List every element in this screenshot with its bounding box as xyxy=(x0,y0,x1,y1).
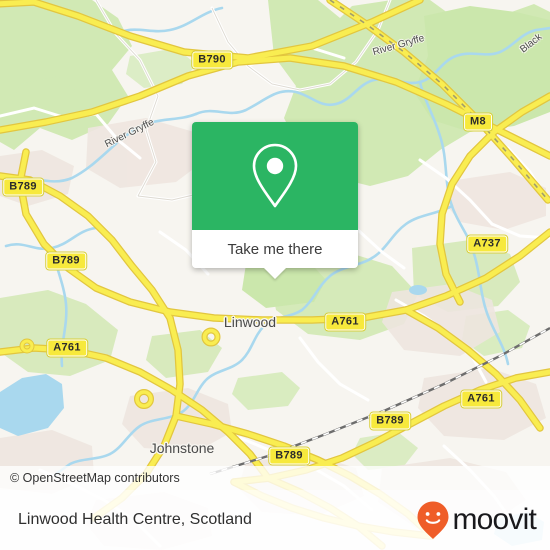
location-popup-card[interactable]: Take me there xyxy=(192,122,358,279)
road-shield-b790-top: B790 xyxy=(191,50,233,70)
road-shield-a737: A737 xyxy=(466,234,508,254)
popup-pointer-tail xyxy=(264,268,286,279)
moovit-smiley-pin-icon xyxy=(417,501,449,539)
popup-header xyxy=(192,122,358,230)
moovit-wordmark: moovit xyxy=(452,503,536,536)
moovit-brand[interactable]: moovit xyxy=(416,500,537,540)
place-label-linwood: Linwood xyxy=(223,314,277,330)
place-label-johnstone: Johnstone xyxy=(149,440,215,456)
road-shield-a761-left: A761 xyxy=(46,338,88,358)
take-me-there-button[interactable]: Take me there xyxy=(192,230,358,279)
road-shield-b789-right: B789 xyxy=(369,411,411,431)
road-shield-a761-center: A761 xyxy=(324,312,366,332)
road-shield-a761-right: A761 xyxy=(460,389,502,409)
road-shield-b789-bottom: B789 xyxy=(268,446,310,466)
page-title: Linwood Health Centre, Scotland xyxy=(18,511,252,528)
footer-bar: Linwood Health Centre, Scotland moovit xyxy=(0,490,550,550)
road-shield-m8: M8 xyxy=(463,112,493,132)
map-attribution-bar: © OpenStreetMap contributors xyxy=(0,466,550,490)
road-shield-b789-left: B789 xyxy=(45,251,87,271)
road-shield-b789-upper-left: B789 xyxy=(2,177,44,197)
take-me-there-label: Take me there xyxy=(227,240,323,258)
attribution-text[interactable]: © OpenStreetMap contributors xyxy=(0,471,180,485)
map-pin-icon xyxy=(252,143,298,208)
moovit-map-screenshot: B790 M8 B789 A737 B789 A761 A761 A761 B7… xyxy=(0,0,550,550)
